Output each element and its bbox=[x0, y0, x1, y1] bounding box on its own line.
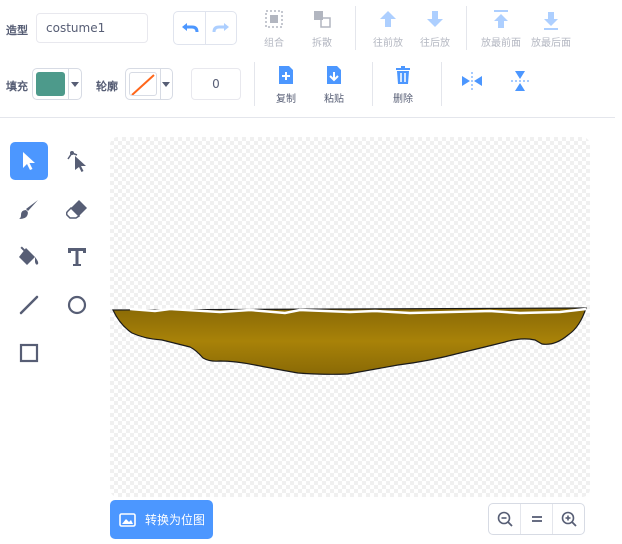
outline-label: 轮廓 bbox=[96, 80, 118, 93]
forward-label: 往前放 bbox=[373, 38, 403, 49]
chevron-down-icon bbox=[159, 69, 172, 99]
zoom-controls bbox=[488, 503, 585, 535]
convert-to-bitmap-button[interactable]: 转换为位图 bbox=[110, 500, 213, 539]
group-icon bbox=[265, 10, 283, 28]
brush-icon bbox=[19, 200, 38, 219]
line-icon bbox=[19, 295, 39, 315]
image-icon bbox=[119, 512, 136, 527]
ungroup-label: 拆散 bbox=[312, 38, 332, 49]
flip-vertical-icon bbox=[511, 71, 529, 91]
circle-icon bbox=[67, 295, 87, 315]
select-tool[interactable] bbox=[10, 142, 48, 180]
zoom-out-icon bbox=[497, 511, 513, 527]
separator bbox=[372, 62, 373, 106]
rectangle-icon bbox=[19, 343, 39, 363]
outline-width-input[interactable]: 0 bbox=[191, 68, 241, 100]
separator bbox=[355, 6, 356, 50]
brush-tool[interactable] bbox=[10, 190, 48, 228]
front-label: 放最前面 bbox=[481, 38, 521, 49]
toolbar-divider bbox=[0, 117, 615, 118]
back-label: 放最后面 bbox=[531, 38, 571, 49]
flip-horizontal-icon bbox=[462, 72, 482, 90]
undo-button[interactable] bbox=[174, 12, 205, 44]
backward-label: 往后放 bbox=[420, 38, 450, 49]
convert-to-bitmap-label: 转换为位图 bbox=[145, 513, 206, 527]
rectangle-tool[interactable] bbox=[10, 334, 48, 372]
chevron-down-icon bbox=[68, 69, 81, 99]
arrow-top-icon bbox=[494, 10, 508, 28]
undo-icon bbox=[181, 23, 198, 33]
zoom-out-button[interactable] bbox=[489, 504, 520, 534]
flip-vertical-button[interactable] bbox=[492, 70, 548, 92]
arrow-bottom-icon bbox=[544, 12, 558, 30]
arrow-down-icon bbox=[427, 11, 443, 27]
copy-label: 复制 bbox=[276, 94, 296, 105]
line-tool[interactable] bbox=[10, 286, 48, 324]
backward-button[interactable]: 往后放 bbox=[407, 9, 463, 49]
text-icon bbox=[68, 248, 86, 266]
paste-label: 粘贴 bbox=[324, 94, 344, 105]
fill-swatch bbox=[36, 72, 66, 96]
outline-color-picker[interactable] bbox=[125, 68, 173, 100]
eraser-tool[interactable] bbox=[58, 190, 96, 228]
fill-label: 填充 bbox=[6, 80, 28, 93]
undo-redo-group bbox=[173, 11, 237, 45]
circle-tool[interactable] bbox=[58, 286, 96, 324]
fill-tool[interactable] bbox=[10, 238, 48, 276]
back-button[interactable]: 放最后面 bbox=[523, 9, 579, 49]
ungroup-icon bbox=[314, 11, 331, 28]
paint-canvas[interactable] bbox=[110, 137, 590, 497]
no-color-icon bbox=[129, 72, 157, 96]
ungroup-button[interactable]: 拆散 bbox=[294, 9, 350, 49]
paste-icon bbox=[327, 66, 341, 84]
costume-name-input[interactable] bbox=[36, 13, 148, 43]
redo-button[interactable] bbox=[205, 12, 236, 44]
copy-icon bbox=[279, 66, 293, 84]
select-icon bbox=[23, 152, 35, 170]
delete-button[interactable]: 删除 bbox=[375, 65, 431, 105]
text-tool[interactable] bbox=[58, 238, 96, 276]
front-button[interactable]: 放最前面 bbox=[473, 9, 529, 49]
fill-color-picker[interactable] bbox=[32, 68, 82, 100]
delete-label: 删除 bbox=[393, 94, 413, 105]
equals-icon bbox=[531, 516, 542, 522]
costume-label: 造型 bbox=[6, 24, 28, 37]
separator bbox=[254, 62, 255, 106]
zoom-reset-button[interactable] bbox=[520, 504, 552, 534]
separator bbox=[466, 6, 467, 50]
reshape-tool[interactable] bbox=[58, 142, 96, 180]
zoom-in-button[interactable] bbox=[552, 504, 584, 534]
reshape-icon bbox=[67, 151, 86, 172]
redo-icon bbox=[212, 23, 229, 33]
group-label: 组合 bbox=[264, 38, 284, 49]
zoom-in-icon bbox=[561, 511, 577, 527]
paste-button[interactable]: 粘贴 bbox=[306, 65, 362, 105]
fill-icon bbox=[19, 246, 39, 265]
eraser-icon bbox=[66, 200, 87, 219]
separator bbox=[441, 62, 442, 106]
trash-icon bbox=[396, 66, 410, 84]
ground-shape[interactable] bbox=[110, 137, 590, 497]
arrow-up-icon bbox=[380, 11, 396, 27]
